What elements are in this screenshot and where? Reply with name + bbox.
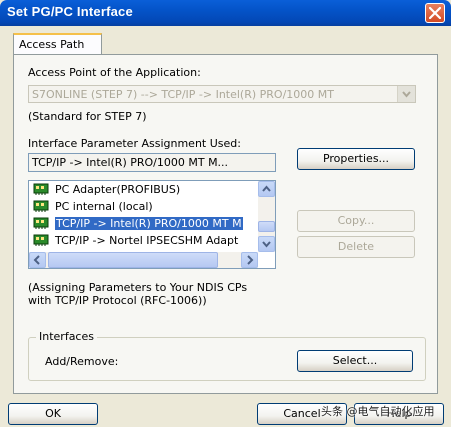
list-item[interactable]: PC internal (local) <box>33 199 258 215</box>
chevron-down-icon <box>262 241 271 248</box>
network-adapter-icon <box>33 217 49 229</box>
chevron-left-icon <box>33 255 40 265</box>
network-adapter-icon <box>33 200 49 212</box>
close-button[interactable] <box>425 3 445 23</box>
interface-param-field: TCP/IP -> Intel(R) PRO/1000 MT M... <box>28 153 276 172</box>
network-adapter-icon <box>33 234 49 246</box>
scroll-right-button[interactable] <box>241 252 258 268</box>
delete-button[interactable]: Delete <box>297 236 415 258</box>
description-line-1: (Assigning Parameters to Your NDIS CPs <box>28 281 248 294</box>
interface-param-label: Interface Parameter Assignment Used: <box>28 137 241 150</box>
dialog-window: Set PG/PC Interface Access Path Access P… <box>0 0 451 427</box>
properties-button[interactable]: Properties... <box>297 148 415 170</box>
horizontal-scrollbar[interactable] <box>29 252 258 268</box>
combobox-dropdown-button[interactable] <box>397 86 415 102</box>
scroll-thumb[interactable] <box>48 252 218 268</box>
list-item-selected[interactable]: TCP/IP -> Intel(R) PRO/1000 MT M <box>33 216 258 232</box>
chevron-down-icon <box>402 91 411 98</box>
tab-access-path[interactable]: Access Path <box>13 33 102 55</box>
vertical-scrollbar[interactable] <box>258 181 275 252</box>
access-point-label: Access Point of the Application: <box>28 66 201 79</box>
ok-button[interactable]: OK <box>8 403 98 425</box>
standard-note: (Standard for STEP 7) <box>28 110 147 123</box>
list-item-label: PC internal (local) <box>55 200 153 213</box>
chevron-up-icon <box>262 185 271 192</box>
add-remove-label: Add/Remove: <box>45 355 119 368</box>
list-item[interactable]: PC Adapter(PROFIBUS) <box>33 182 258 198</box>
scroll-thumb[interactable] <box>258 221 275 232</box>
chevron-right-icon <box>247 255 254 265</box>
list-item-label: TCP/IP -> Nortel IPSECSHM Adapt <box>55 234 239 247</box>
interface-param-value: TCP/IP -> Intel(R) PRO/1000 MT M... <box>32 156 229 169</box>
network-adapter-icon <box>33 183 49 195</box>
list-item[interactable]: TCP/IP -> Nortel IPSECSHM Adapt <box>33 233 258 249</box>
scroll-down-button[interactable] <box>258 236 275 252</box>
list-item-label: TCP/IP -> Intel(R) PRO/1000 MT M <box>55 217 243 230</box>
interfaces-group-title: Interfaces <box>36 330 97 343</box>
param-listbox[interactable]: PC Adapter(PROFIBUS) PC internal (local)… <box>28 180 276 269</box>
scroll-left-button[interactable] <box>29 252 46 268</box>
select-button[interactable]: Select... <box>297 350 413 372</box>
copy-button[interactable]: Copy... <box>297 210 415 232</box>
description-line-2: with TCP/IP Protocol (RFC-1006)) <box>28 294 207 307</box>
scroll-up-button[interactable] <box>258 181 275 197</box>
access-point-combobox[interactable]: S7ONLINE (STEP 7) --> TCP/IP -> Intel(R)… <box>28 85 416 103</box>
close-icon <box>429 7 441 19</box>
watermark: 头条 @电气自动化应用 <box>321 405 435 418</box>
title-bar[interactable]: Set PG/PC Interface <box>0 0 451 26</box>
tab-label: Access Path <box>19 38 85 51</box>
window-title: Set PG/PC Interface <box>7 4 133 19</box>
list-item-label: PC Adapter(PROFIBUS) <box>55 183 181 196</box>
access-point-value: S7ONLINE (STEP 7) --> TCP/IP -> Intel(R)… <box>32 88 334 101</box>
